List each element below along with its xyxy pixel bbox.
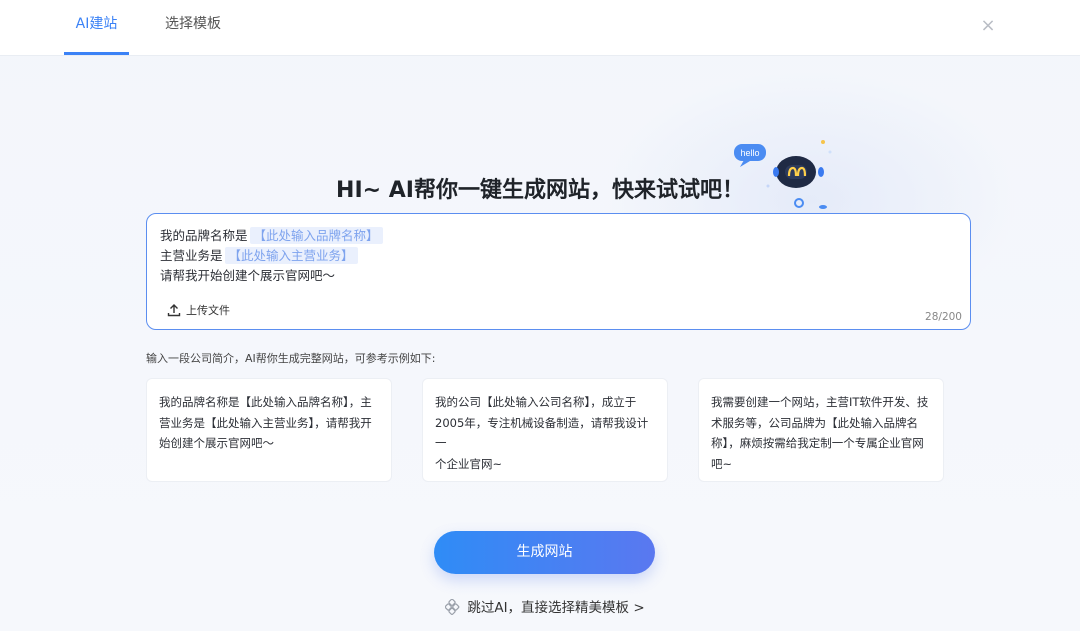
example-line: 吧~	[711, 456, 733, 471]
page-title: HI~ AI帮你一键生成网站，快来试试吧！	[336, 178, 744, 203]
brand-name-slot[interactable]: 【此处输入品牌名称】	[249, 227, 383, 244]
example-card-2[interactable]: 我的公司【此处输入公司名称】，成立于 2005年，专注机械设备制造，请帮我设计一…	[422, 378, 668, 482]
example-line: 营业务是【此处输入主营业务】，请帮我开	[159, 415, 372, 430]
prompt-input[interactable]: 我的品牌名称是 【此处输入品牌名称】 主营业务是 【此处输入主营业务】 请帮我开始创…	[146, 213, 971, 330]
example-line: 始创建个展示官网吧～	[159, 436, 274, 450]
char-counter: 28/200	[925, 311, 962, 323]
tab-select-template[interactable]: 选择模板	[160, 0, 226, 56]
example-line: 我需要创建一个网站，主营IT软件开发、技	[711, 395, 929, 409]
template-grid-icon	[444, 598, 460, 615]
upload-icon	[167, 304, 181, 317]
upload-label: 上传文件	[186, 304, 230, 317]
close-icon[interactable]: ×	[976, 14, 1000, 38]
generate-website-button[interactable]: 生成网站	[434, 531, 655, 574]
robot-bubble-text: hello	[740, 148, 759, 158]
tab-ai-build[interactable]: AI建站	[64, 0, 129, 56]
skip-ai-label: 跳过AI，直接选择精美模板 >	[467, 600, 645, 616]
prompt-text[interactable]: 我的品牌名称是 【此处输入品牌名称】 主营业务是 【此处输入主营业务】 请帮我开始创…	[160, 226, 383, 286]
brand-label: 我的品牌名称是	[160, 228, 248, 243]
example-card-3[interactable]: 我需要创建一个网站，主营IT软件开发、技 术服务等，公司品牌为【此处输入品牌名 …	[698, 378, 944, 482]
example-line: 术服务等，公司品牌为【此处输入品牌名	[711, 415, 918, 430]
example-line: 个企业官网~	[435, 456, 503, 471]
top-bar: AI建站 选择模板 ×	[0, 0, 1080, 56]
business-label: 主营业务是	[160, 248, 223, 263]
example-line: 称】，麻烦按需给我定制一个专属企业官网	[711, 436, 924, 450]
robot-mascot-icon: hello	[734, 140, 832, 209]
example-hint: 输入一段公司简介，AI帮你生成完整网站，可参考示例如下:	[146, 352, 436, 365]
example-card-1[interactable]: 我的品牌名称是【此处输入品牌名称】，主 营业务是【此处输入主营业务】，请帮我开 …	[146, 378, 392, 482]
upload-file-button[interactable]: 上传文件	[167, 302, 230, 318]
example-line: 2005年，专注机械设备制造，请帮我设计一	[435, 415, 649, 451]
prompt-line-3: 请帮我开始创建个展示官网吧～	[160, 268, 336, 283]
active-tab-indicator	[64, 52, 129, 55]
skip-ai-link[interactable]: 跳过AI，直接选择精美模板 >	[0, 596, 1080, 616]
example-line: 我的公司【此处输入公司名称】，成立于	[435, 395, 637, 409]
example-line: 我的品牌名称是【此处输入品牌名称】，主	[159, 395, 372, 409]
business-slot[interactable]: 【此处输入主营业务】	[224, 247, 358, 264]
